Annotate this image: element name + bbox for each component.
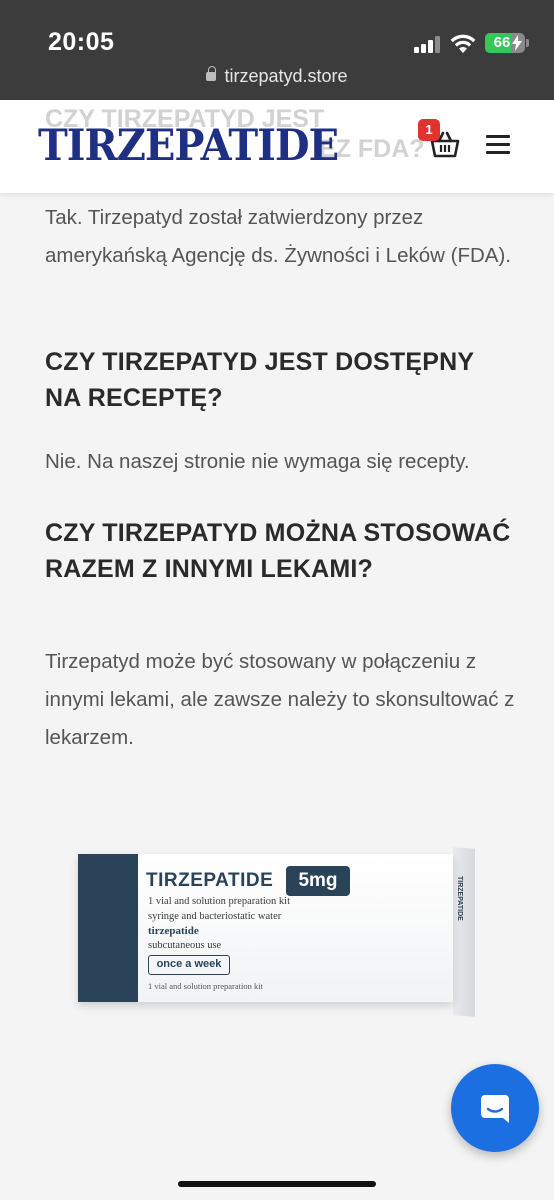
lock-icon	[206, 66, 217, 81]
product-line: 1 vial and solution preparation kit	[148, 896, 291, 907]
box-side-panel	[453, 847, 475, 1017]
product-image: TIRZEPATIDE TIRZEPATIDE 5mg 1 vial and s…	[78, 846, 478, 1017]
product-dose: 5mg	[286, 866, 350, 896]
faq-answer: Tak. Tirzepatyd został zatwierdzony prze…	[45, 206, 511, 267]
product-frequency: once a week	[148, 955, 230, 975]
chat-bubble-icon	[481, 1095, 509, 1123]
url-text: tirzepatyd.store	[224, 66, 348, 86]
status-time: 20:05	[48, 28, 115, 56]
battery-charging-icon: 66	[485, 33, 525, 53]
charging-bolt-icon	[512, 35, 522, 51]
cellular-signal-icon	[414, 36, 440, 53]
address-bar[interactable]: tirzepatyd.store	[0, 66, 554, 87]
box-front-panel: TIRZEPATIDE 5mg 1 vial and solution prep…	[78, 854, 453, 1002]
product-line: syringe and bacteriostatic water	[148, 911, 282, 922]
wifi-icon	[450, 34, 476, 53]
product-line: subcutaneous use	[148, 940, 222, 951]
site-logo[interactable]: TIRZEPATIDE	[38, 120, 339, 171]
faq-question: CZY TIRZEPATYD JEST DOSTĘPNY NA RECEPTĘ?	[45, 348, 474, 412]
home-indicator[interactable]	[178, 1181, 376, 1187]
box-stripe	[78, 854, 138, 1002]
product-footer: 1 vial and solution preparation kit	[148, 981, 263, 991]
cart-count-badge[interactable]: 1	[418, 119, 440, 141]
faq-question: CZY TIRZEPATYD MOŻNA STOSOWAĆ RAZEM Z IN…	[45, 519, 511, 583]
box-side-label: TIRZEPATIDE	[456, 876, 463, 921]
chat-button[interactable]	[451, 1064, 539, 1152]
status-bar: 20:05 66 tirzepatyd.store	[0, 0, 554, 100]
faq-answer: Tirzepatyd może być stosowany w połączen…	[45, 650, 515, 749]
site-header: CZY TIRZEPATYD JEST EZ FDA? TIRZEPATIDE …	[0, 100, 554, 193]
battery-tip	[526, 39, 529, 47]
faq-answer: Nie. Na naszej stronie nie wymaga się re…	[45, 450, 470, 473]
product-brand: TIRZEPATIDE	[146, 870, 274, 891]
menu-icon[interactable]	[486, 135, 510, 155]
product-ingredient: tirzepatide	[148, 925, 199, 937]
